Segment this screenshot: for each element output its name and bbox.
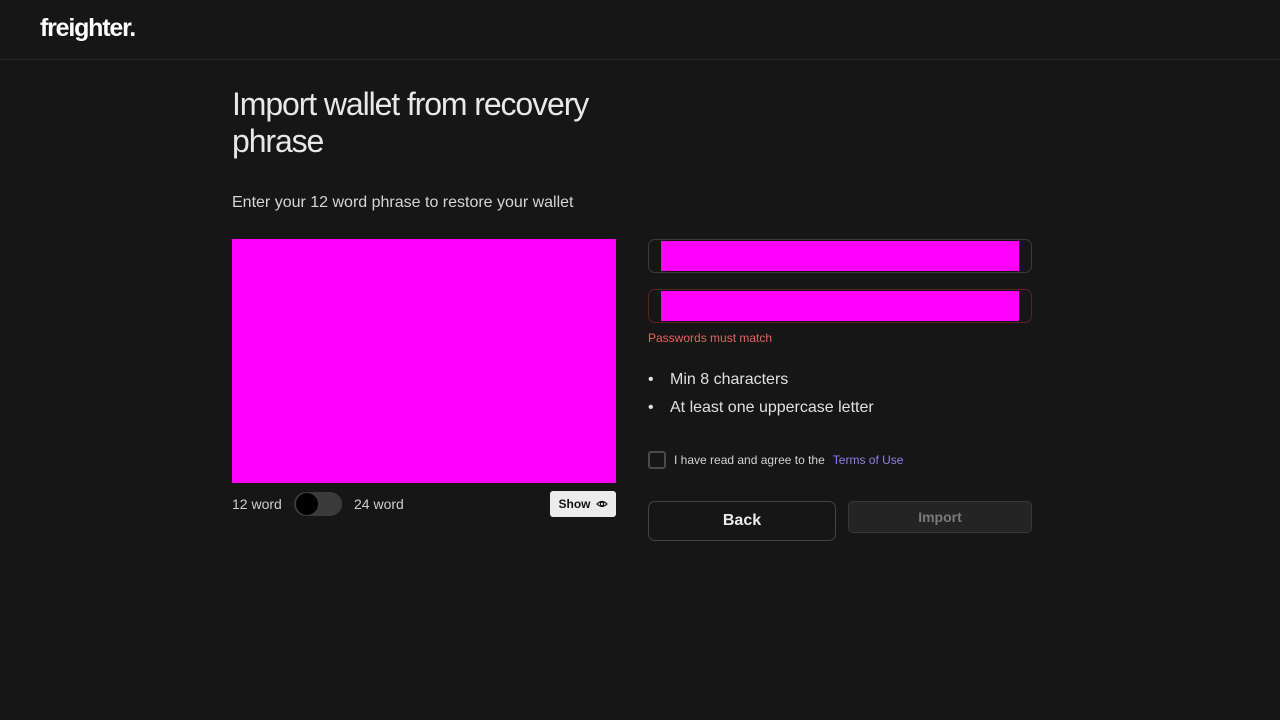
phrase-length-switch[interactable] bbox=[294, 492, 342, 516]
password-error-message: Passwords must match bbox=[648, 331, 773, 345]
password-rules-list: • Min 8 characters • At least one upperc… bbox=[648, 366, 874, 422]
twelve-word-label: 12 word bbox=[232, 496, 282, 512]
password-rule-item: • Min 8 characters bbox=[648, 366, 874, 394]
back-button[interactable]: Back bbox=[648, 501, 836, 541]
twenty-four-word-label: 24 word bbox=[354, 496, 404, 512]
confirm-password-input[interactable] bbox=[648, 289, 1032, 323]
switch-knob bbox=[296, 493, 318, 515]
terms-of-use-link[interactable]: Terms of Use bbox=[833, 453, 904, 467]
confirm-password-input-value bbox=[661, 291, 1019, 321]
password-rule-text: At least one uppercase letter bbox=[670, 399, 874, 416]
recovery-phrase-input-area[interactable] bbox=[232, 239, 616, 483]
page-subtitle: Enter your 12 word phrase to restore you… bbox=[232, 194, 574, 211]
password-input[interactable] bbox=[648, 239, 1032, 273]
terms-text: I have read and agree to the bbox=[674, 453, 825, 467]
phrase-length-toggle-row: 12 word 24 word Show bbox=[232, 491, 616, 517]
bullet-icon: • bbox=[648, 399, 654, 416]
password-input-value bbox=[661, 241, 1019, 271]
terms-checkbox[interactable] bbox=[648, 451, 666, 469]
password-rule-item: • At least one uppercase letter bbox=[648, 394, 874, 422]
top-bar: freighter. bbox=[0, 0, 1280, 60]
page-title: Import wallet from recovery phrase bbox=[232, 86, 589, 159]
freighter-logo[interactable]: freighter. bbox=[40, 14, 136, 43]
password-rule-text: Min 8 characters bbox=[670, 371, 789, 388]
show-phrase-button[interactable]: Show bbox=[550, 491, 616, 517]
eye-icon bbox=[595, 499, 608, 509]
terms-agreement-row: I have read and agree to the Terms of Us… bbox=[648, 451, 903, 469]
import-button[interactable]: Import bbox=[848, 501, 1032, 533]
bullet-icon: • bbox=[648, 371, 654, 388]
show-button-label: Show bbox=[558, 497, 591, 511]
